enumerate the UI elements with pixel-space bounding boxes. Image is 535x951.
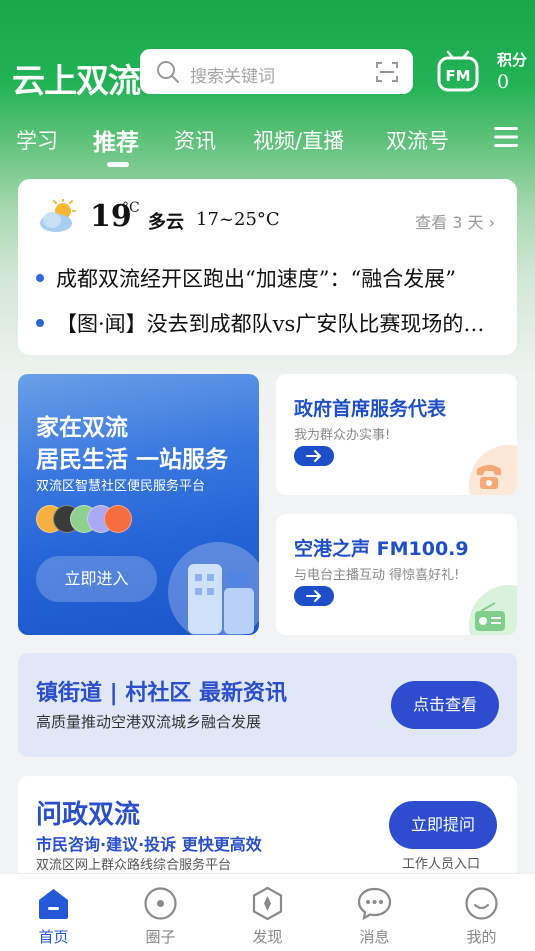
message-icon: [357, 887, 392, 921]
town-news-card[interactable]: 镇街道 | 村社区 最新资讯 高质量推动空港双流城乡融合发展 点击查看: [18, 653, 517, 757]
menu-icon[interactable]: [494, 126, 518, 148]
bullet-dot: [36, 319, 44, 327]
news-headline: 【图·闻】没去到成都队vs广安队比赛现场的看过来: [56, 312, 502, 336]
profile-icon: [465, 887, 498, 920]
building-illustration: [168, 542, 259, 635]
town-card-title: 镇街道 | 村社区 最新资讯: [36, 681, 288, 706]
nav-profile[interactable]: 我的: [428, 874, 535, 951]
fm-radio-icon[interactable]: FM: [436, 48, 480, 94]
enter-now-button[interactable]: 立即进入: [36, 556, 157, 602]
nav-messages[interactable]: 消息: [321, 874, 428, 951]
news-item[interactable]: 成都双流经开区跑出“加速度”：“融合发展”: [32, 263, 502, 293]
community-title-line1: 家在双流: [36, 415, 128, 441]
tab-shuangliu-account[interactable]: 双流号: [386, 125, 449, 155]
phone-icon: [469, 445, 517, 495]
wenzheng-desc: 双流区网上群众路线综合服务平台: [36, 858, 232, 873]
community-service-card[interactable]: 家在双流 居民生活 一站服务 双流区智慧社区便民服务平台 立即进入: [18, 374, 259, 635]
tab-news[interactable]: 资讯: [174, 125, 216, 155]
temperature-range: 17~25°C: [196, 209, 280, 230]
arrow-right-icon[interactable]: [294, 446, 334, 466]
radio-station-card[interactable]: 空港之声 FM100.9 与电台主播互动 得惊喜好礼!: [276, 514, 517, 635]
news-item[interactable]: 【图·闻】没去到成都队vs广安队比赛现场的看过来: [32, 308, 502, 338]
search-icon: [157, 61, 179, 83]
community-desc: 双流区智慧社区便民服务平台: [36, 479, 206, 494]
compass-icon: [252, 886, 283, 921]
circle-icon: [144, 887, 177, 920]
bullet-dot: [36, 274, 44, 282]
radio-card-subtitle: 与电台主播互动 得惊喜好礼!: [294, 568, 460, 583]
category-tabs: 学习 推荐 资讯 视频/直播 双流号: [0, 118, 535, 168]
wenzheng-card[interactable]: 问政双流 市民咨询·建议·投诉 更快更高效 双流区网上群众路线综合服务平台 立即…: [18, 776, 517, 886]
nav-circle[interactable]: 圈子: [107, 874, 214, 951]
bottom-navigation: 首页 圈子 发现 消息 我的: [0, 873, 535, 951]
ask-now-button[interactable]: 立即提问: [389, 801, 497, 849]
nav-profile-label: 我的: [466, 928, 497, 946]
tab-study[interactable]: 学习: [16, 125, 58, 155]
chevron-right-icon: ›: [488, 213, 495, 232]
arrow-right-icon[interactable]: [294, 586, 334, 606]
scan-icon[interactable]: [375, 60, 399, 84]
town-card-subtitle: 高质量推动空港双流城乡融合发展: [36, 713, 262, 731]
search-bar[interactable]: 搜索关键词: [140, 49, 413, 94]
nav-discover-label: 发现: [252, 928, 283, 946]
tab-video-live[interactable]: 视频/直播: [253, 125, 344, 155]
svg-text:FM: FM: [445, 67, 470, 85]
view-now-button[interactable]: 点击查看: [391, 681, 499, 729]
community-title-line2: 居民生活 一站服务: [36, 447, 229, 473]
nav-home-label: 首页: [38, 928, 69, 946]
user-avatars: [36, 505, 146, 535]
avatar: [104, 505, 132, 533]
tab-recommend[interactable]: 推荐: [93, 123, 139, 157]
nav-home[interactable]: 首页: [0, 874, 107, 951]
wenzheng-tagline: 市民咨询·建议·投诉 更快更高效: [36, 835, 262, 854]
radio-icon: [469, 585, 517, 635]
radio-card-title: 空港之声 FM100.9: [294, 538, 469, 560]
weather-condition: 多云: [148, 212, 184, 233]
active-tab-indicator: [107, 162, 129, 167]
search-placeholder: 搜索关键词: [190, 67, 275, 87]
partly-cloudy-icon: [40, 199, 76, 232]
temperature-unit: °C: [122, 200, 140, 216]
weather-news-card: 19 °C 多云 17~25°C 查看 3 天 › 成都双流经开区跑出“加速度”…: [18, 179, 517, 355]
news-headline: 成都双流经开区跑出“加速度”：“融合发展”: [56, 267, 456, 291]
wenzheng-title: 问政双流: [36, 800, 141, 830]
top-header: 云上双流 搜索关键词 FM 积分 0: [0, 40, 535, 104]
three-day-forecast-link[interactable]: 查看 3 天 ›: [415, 209, 495, 233]
nav-circle-label: 圈子: [145, 928, 176, 946]
nav-messages-label: 消息: [359, 928, 390, 946]
points-label[interactable]: 积分: [497, 49, 527, 70]
gov-card-title: 政府首席服务代表: [294, 398, 447, 420]
gov-card-subtitle: 我为群众办实事!: [294, 428, 391, 443]
gov-service-card[interactable]: 政府首席服务代表 我为群众办实事!: [276, 374, 517, 495]
staff-entry-link[interactable]: 工作人员入口: [402, 853, 480, 872]
nav-discover[interactable]: 发现: [214, 874, 321, 951]
app-logo: 云上双流: [12, 61, 141, 100]
points-value[interactable]: 0: [497, 71, 509, 93]
home-icon: [39, 889, 68, 919]
three-day-label: 查看 3 天: [415, 213, 484, 232]
